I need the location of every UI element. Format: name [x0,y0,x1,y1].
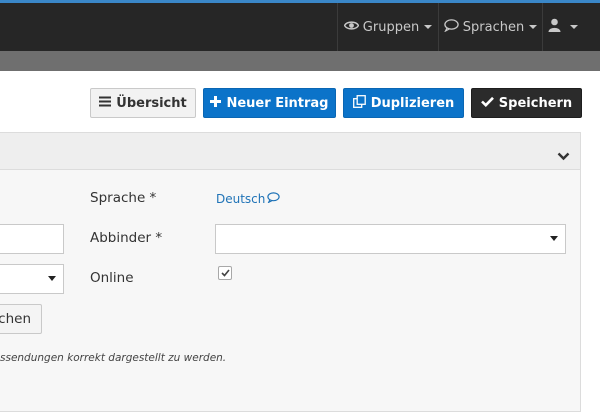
online-label: Online [90,270,134,286]
text-input-left[interactable] [0,224,64,254]
user-icon [548,18,565,36]
sprache-value: Deutsch [216,192,266,206]
form-panel [0,132,581,412]
sprache-value-link[interactable]: Deutsch [216,192,281,206]
speech-bubble-icon [267,192,281,206]
nav-user-menu[interactable] [542,3,582,51]
help-text: ssendungen korrekt dargestellt zu werden… [0,352,227,364]
checkmark-icon [220,269,230,277]
panel-header[interactable] [0,133,580,170]
overview-button-label: Übersicht [116,95,187,111]
select-left[interactable] [0,264,64,294]
nav-gruppen[interactable]: Gruppen [337,3,438,51]
nav-gruppen-label: Gruppen [362,19,420,35]
chevron-down-icon [569,25,578,29]
nav-sprachen[interactable]: Sprachen [438,3,542,51]
left-action-button[interactable]: chen [0,304,42,334]
eye-icon [343,20,363,35]
duplicate-button[interactable]: Duplizieren [343,88,464,118]
new-entry-button-label: Neuer Eintrag [226,95,329,111]
chevron-down-icon [529,25,538,29]
speech-bubble-icon [443,18,463,36]
duplicate-button-label: Duplizieren [370,95,455,111]
abbinder-select[interactable] [215,224,566,254]
chevron-down-icon [550,236,558,241]
abbinder-label: Abbinder * [90,230,163,246]
chevron-down-icon [48,276,56,281]
save-button-label: Speichern [498,95,573,111]
list-icon [99,96,116,111]
checkmark-icon [480,96,499,111]
save-button[interactable]: Speichern [471,88,582,118]
sub-header-bar [0,51,600,71]
sprache-label: Sprache * [90,190,157,206]
plus-icon [210,95,226,111]
left-action-button-label: chen [0,311,31,327]
overview-button[interactable]: Übersicht [90,88,196,118]
chevron-down-icon [424,25,433,29]
new-entry-button[interactable]: Neuer Eintrag [203,88,336,118]
online-checkbox[interactable] [218,266,232,280]
top-navbar: Gruppen Sprachen [0,3,600,51]
chevron-down-icon[interactable] [557,146,570,165]
copy-icon [352,94,371,112]
nav-sprachen-label: Sprachen [462,19,525,35]
